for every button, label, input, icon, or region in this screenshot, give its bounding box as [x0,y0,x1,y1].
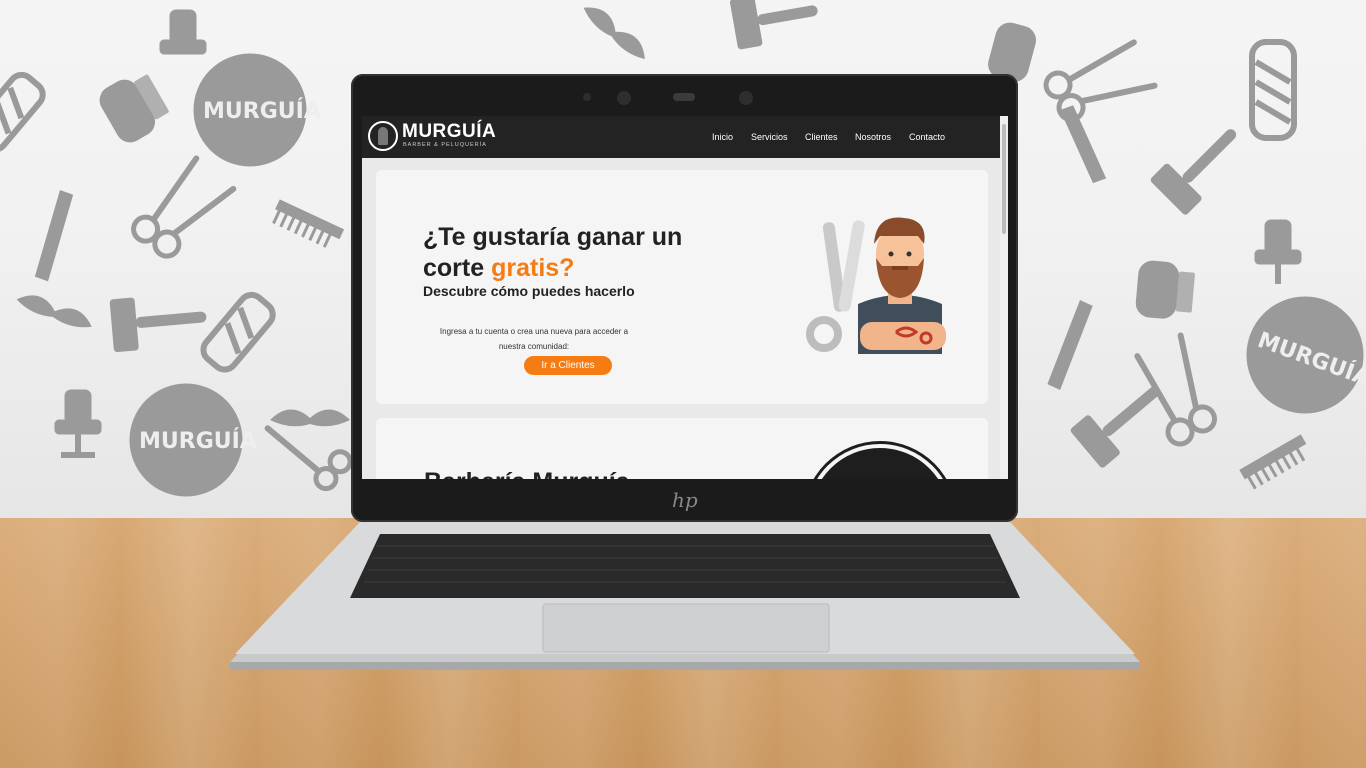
clipper-icon [99,74,169,143]
laptop-base [230,522,1140,670]
site-navbar: MURGUÍA BARBER & PELUQUERÍA Inicio Servi… [362,116,1000,158]
barber-chair-icon [159,9,207,55]
logo-circle-icon [806,444,954,479]
brand-logo-icon[interactable] [368,121,398,151]
barber-pole-icon [200,291,276,373]
comb-icon [272,199,345,248]
mustache-icon [583,7,645,60]
razor-icon [1150,129,1237,215]
trackpad [542,603,830,653]
promo-body: Ingresa a tu cuenta o crea una nueva par… [439,327,629,351]
razor-icon [1070,386,1160,468]
scrollbar-thumb[interactable] [1002,124,1006,234]
keyboard [350,534,1020,598]
laptop-screen: MURGUÍA BARBER & PELUQUERÍA Inicio Servi… [362,116,1008,479]
razor-icon [109,297,207,353]
mustache-icon [270,409,350,427]
barber-pole-icon [1249,39,1297,141]
barber-chair-icon [54,389,102,458]
promo-title: ¿Te gustaría ganar un corte gratis? [423,222,743,284]
scissors-icon [131,155,237,259]
barber-pole-icon [0,71,46,153]
ir-a-clientes-button[interactable]: Ir a Clientes [524,356,612,375]
mustache-icon [16,295,92,328]
badge-logo-text: MURGUÍA [139,428,257,454]
nav-clientes[interactable]: Clientes [805,132,838,142]
scissors-icon [1134,332,1218,447]
brand-name[interactable]: MURGUÍA [402,121,496,143]
razor-icon [729,0,818,50]
promo-title-highlight: gratis? [491,254,575,282]
nav-servicios[interactable]: Servicios [751,132,788,142]
straight-razor-icon [34,190,74,282]
second-section-title: Barbería Murguía [424,468,630,479]
clipper-icon [1135,260,1195,319]
badge-logo-text: MURGUÍA [203,98,321,124]
promo-card: ¿Te gustaría ganar un corte gratis? Desc… [376,170,988,404]
promo-subtitle: Descubre cómo puedes hacerlo [423,283,635,299]
brand-tagline: BARBER & PELUQUERÍA [403,142,487,148]
scissors-icon [1043,39,1158,123]
hp-logo: hp [672,488,698,512]
comb-icon [1239,434,1307,490]
nav-inicio[interactable]: Inicio [712,132,733,142]
barber-chair-icon [1254,219,1302,284]
straight-razor-icon [1047,300,1093,391]
second-card: Barbería Murguía [376,418,988,479]
webcam [581,88,761,106]
barber-illustration-icon [806,217,946,354]
nav-nosotros[interactable]: Nosotros [855,132,891,142]
nav-contacto[interactable]: Contacto [909,132,945,142]
